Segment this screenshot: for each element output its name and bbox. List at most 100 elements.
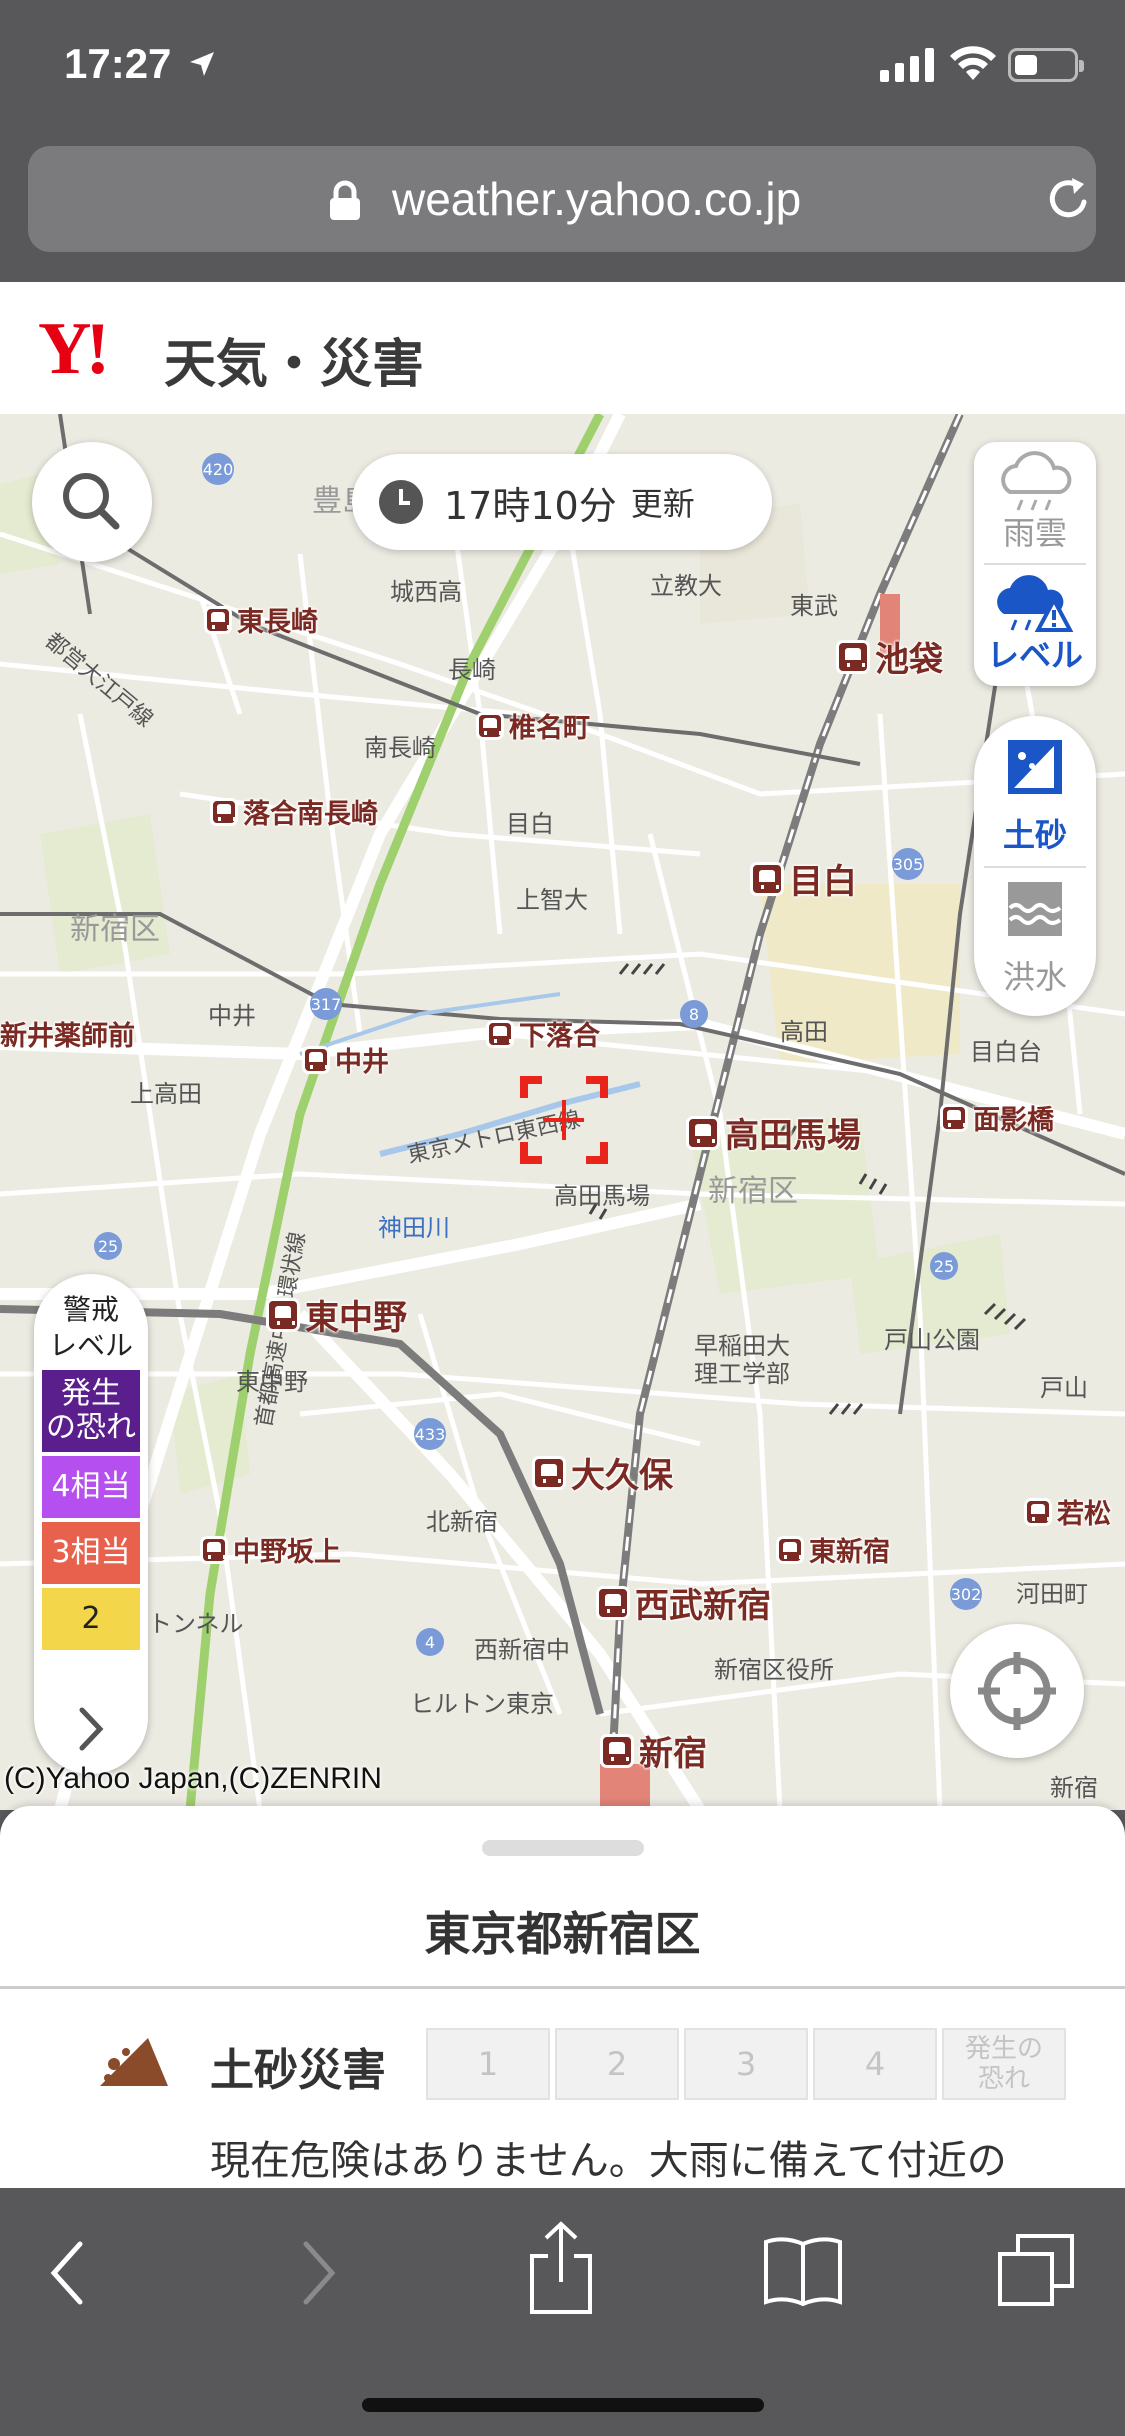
info-sheet[interactable]: 東京都新宿区 土砂災害 1 2 3 4 発生の 恐れ 現在危険はありません。大雨…: [0, 1806, 1125, 2188]
station-shinaraiyakushi[interactable]: 新井薬師前: [0, 1014, 135, 1053]
place-label: 西新宿中: [474, 1636, 570, 1664]
district-label: 新宿区: [708, 1174, 798, 1209]
yahoo-logo[interactable]: Y!: [38, 312, 110, 386]
clock-icon: [379, 480, 423, 524]
sheet-grabber[interactable]: [482, 1840, 644, 1856]
landslide-icon: [100, 2038, 168, 2086]
reload-icon[interactable]: [1044, 174, 1094, 224]
area-title: 東京都新宿区: [424, 1907, 701, 1961]
place-label: 新宿区役所: [714, 1656, 834, 1684]
address-bar[interactable]: weather.yahoo.co.jp: [28, 146, 1096, 252]
wifi-icon: [950, 46, 996, 80]
back-icon[interactable]: [44, 2238, 94, 2308]
train-station-icon: [210, 797, 238, 826]
browser-chrome: weather.yahoo.co.jp: [0, 140, 1125, 282]
station-higashinakano[interactable]: 東中野: [266, 1290, 407, 1339]
site-header: Y! 天気・災害: [0, 282, 1125, 414]
place-label: 立教大: [650, 572, 722, 600]
station-higashinagasaki[interactable]: 東長崎: [204, 600, 318, 639]
train-station-icon: [302, 1045, 330, 1074]
svg-text:433: 433: [415, 1425, 446, 1444]
legend-item-level2: 2: [42, 1588, 140, 1650]
map-center-crosshair-icon: [520, 1076, 608, 1164]
station-shinjuku[interactable]: 新宿: [600, 1726, 707, 1775]
place-label: 戸山: [1040, 1374, 1088, 1402]
station-higashishinjuku[interactable]: 東新宿: [776, 1530, 890, 1569]
station-ochiaiminaminagasaki[interactable]: 落合南長崎: [210, 792, 378, 831]
place-label: 目白: [506, 810, 554, 838]
legend-title: 警戒 レベル: [48, 1293, 133, 1362]
place-label: 南長崎: [364, 734, 436, 762]
place-label: 上高田: [130, 1080, 202, 1108]
layer-level-button[interactable]: レベル: [974, 564, 1096, 686]
browser-toolbar: [0, 2188, 1125, 2436]
layer-switcher: 雨雲 レベル: [974, 442, 1096, 686]
place-label: 中井: [208, 1002, 256, 1030]
station-takadanobaba[interactable]: 高田馬場: [686, 1108, 861, 1157]
legend-item-level3: 3相当: [42, 1522, 140, 1584]
hazard-name: 土砂災害: [210, 2045, 386, 2096]
train-station-icon: [686, 1115, 720, 1150]
battery-icon: [1008, 48, 1084, 82]
station-nakai[interactable]: 中井: [302, 1040, 389, 1079]
level-cell-4: 4: [813, 2028, 937, 2100]
station-shiinamachi[interactable]: 椎名町: [476, 706, 590, 745]
forward-icon[interactable]: [292, 2238, 342, 2308]
station-nakanosakaue[interactable]: 中野坂上: [200, 1530, 341, 1569]
station-omokagebashi[interactable]: 面影橋: [940, 1098, 1054, 1137]
map[interactable]: 420 305 317 433 302 25 25 8 4 新宿区 新宿区 豊島…: [0, 414, 1125, 1810]
train-station-icon: [600, 1733, 634, 1768]
train-station-icon: [1024, 1497, 1052, 1526]
station-seibushinjuku[interactable]: 西武新宿: [596, 1578, 771, 1627]
layer-rain-cloud-button[interactable]: 雨雲: [974, 442, 1096, 564]
svg-text:420: 420: [203, 460, 234, 479]
legend-item-level4: 4相当: [42, 1456, 140, 1518]
page: 17:27 weather.yahoo.co.jp Y! 天気・災害 420 3…: [0, 0, 1125, 2436]
crosshair-locate-icon: [978, 1652, 1056, 1730]
river-label: 神田川: [378, 1214, 450, 1242]
train-station-icon: [940, 1103, 968, 1132]
train-station-icon: [776, 1535, 804, 1564]
warning-level-legend: 警戒 レベル 発生 の恐れ 4相当 3相当 2: [34, 1274, 148, 1774]
chevron-right-icon[interactable]: [70, 1704, 112, 1754]
station-mejiro[interactable]: 目白: [750, 854, 857, 903]
place-label: 戸山公園: [884, 1326, 980, 1354]
train-station-icon: [836, 639, 870, 674]
url-text: weather.yahoo.co.jp: [392, 173, 802, 225]
current-location-button[interactable]: [950, 1624, 1084, 1758]
svg-text:25: 25: [98, 1237, 118, 1256]
station-wakamatsu[interactable]: 若松: [1024, 1492, 1111, 1531]
station-shimoochiai[interactable]: 下落合: [486, 1014, 600, 1053]
svg-text:25: 25: [934, 1257, 954, 1276]
hazard-landslide-button[interactable]: 土砂: [974, 726, 1096, 866]
bookmarks-icon[interactable]: [762, 2232, 844, 2308]
svg-text:317: 317: [311, 995, 342, 1014]
hazard-switcher: 土砂 洪水: [974, 716, 1096, 1016]
update-time-pill: 17時10分 更新: [352, 454, 772, 550]
hazard-flood-button[interactable]: 洪水: [974, 868, 1096, 1008]
status-bar: 17:27: [0, 0, 1125, 140]
home-indicator: [362, 2398, 764, 2412]
place-label: 高田馬場: [554, 1182, 650, 1210]
flood-icon: [1008, 882, 1062, 936]
sheet-divider: [0, 1986, 1125, 1989]
place-label: ヒルトン東京: [410, 1690, 554, 1718]
district-label: 新宿区: [70, 912, 160, 947]
level-cell-2: 2: [555, 2028, 679, 2100]
location-arrow-icon: [190, 52, 214, 76]
search-button[interactable]: [32, 442, 152, 562]
train-station-icon: [266, 1297, 300, 1332]
svg-text:8: 8: [689, 1005, 699, 1024]
place-label: 長崎: [448, 656, 496, 684]
legend-item-occurrence: 発生 の恐れ: [42, 1370, 140, 1452]
tabs-icon[interactable]: [996, 2232, 1076, 2308]
station-okubo[interactable]: 大久保: [532, 1448, 673, 1497]
search-icon: [63, 473, 120, 530]
train-station-icon: [486, 1019, 514, 1048]
site-title[interactable]: 天気・災害: [164, 322, 424, 397]
share-icon[interactable]: [526, 2220, 596, 2316]
station-ikebukuro[interactable]: 池袋: [836, 632, 943, 681]
place-label: 北新宿: [426, 1508, 498, 1536]
svg-text:305: 305: [893, 855, 924, 874]
train-station-icon: [204, 605, 232, 634]
